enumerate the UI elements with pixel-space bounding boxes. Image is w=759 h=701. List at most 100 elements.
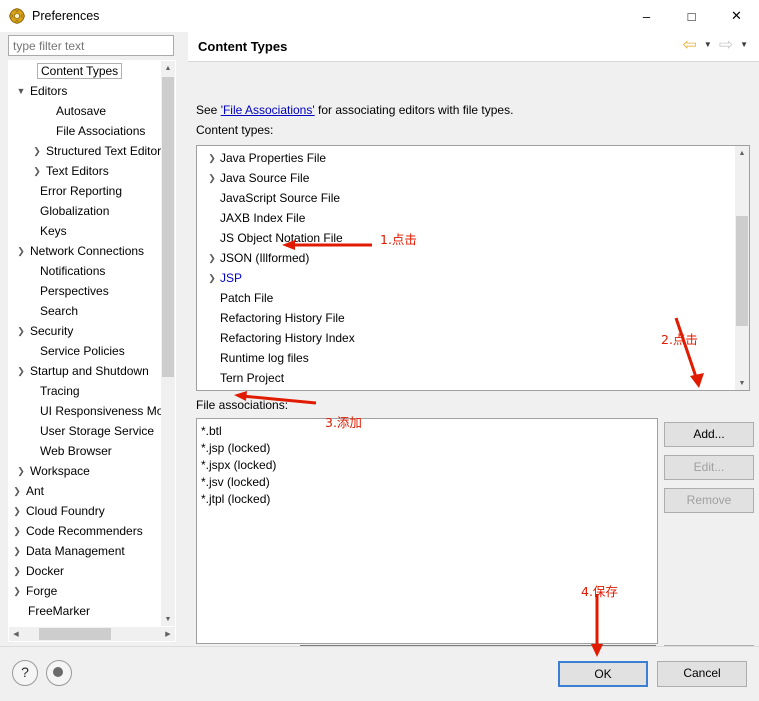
arrow-left-icon[interactable]: ⇦ — [681, 36, 699, 53]
chevron-right-icon[interactable]: ❯ — [9, 586, 25, 597]
chevron-right-icon[interactable]: ❯ — [29, 166, 45, 177]
sidebar-item[interactable]: ▼ Editors — [9, 81, 161, 101]
content-type-row[interactable]: Runtime log files — [197, 348, 749, 368]
sidebar-item[interactable]: Notifications — [9, 261, 161, 281]
sidebar-item[interactable]: UI Responsiveness Monitoring — [9, 401, 161, 421]
chevron-right-icon[interactable]: ❯ — [29, 146, 45, 157]
content-type-row[interactable]: JAXB Index File — [197, 208, 749, 228]
tree-horizontal-scrollbar[interactable]: ◀ ▶ — [9, 627, 175, 641]
content-type-row[interactable]: ❯ JSP — [197, 268, 749, 288]
scrollbar-thumb[interactable] — [162, 77, 174, 377]
preferences-tree[interactable]: Content Types ▼ Editors Autosave File Associ… — [9, 61, 161, 626]
record-icon[interactable] — [46, 660, 72, 686]
sidebar-item[interactable]: ❯ Forge — [9, 581, 161, 601]
chevron-right-icon[interactable]: ❯ — [9, 546, 25, 557]
chevron-right-icon[interactable]: ❯ — [9, 506, 25, 517]
sidebar-item[interactable]: FreeMarker — [9, 601, 161, 621]
scroll-up-icon[interactable]: ▲ — [161, 61, 175, 75]
sidebar-item[interactable]: ❯ Docker — [9, 561, 161, 581]
file-association-row[interactable]: *.jsp (locked) — [197, 439, 657, 456]
chevron-right-icon[interactable]: ❯ — [13, 366, 29, 377]
sidebar-item[interactable]: ❯ Workspace — [9, 461, 161, 481]
add-button[interactable]: Add... — [664, 422, 754, 447]
sidebar-item[interactable]: ❯ Structured Text Editors — [9, 141, 161, 161]
sidebar-item-label: Tracing — [40, 384, 80, 398]
chevron-right-icon[interactable]: ❯ — [204, 173, 220, 184]
sidebar-item[interactable]: Error Reporting — [9, 181, 161, 201]
edit-button[interactable]: Edit... — [664, 455, 754, 480]
maximize-button[interactable]: □ — [669, 0, 714, 32]
content-type-row[interactable]: Patch File — [197, 288, 749, 308]
minimize-button[interactable]: – — [624, 0, 669, 32]
chevron-down-icon-fwd[interactable]: ▼ — [737, 40, 751, 49]
content-types-scrollbar[interactable]: ▲ ▼ — [735, 146, 749, 390]
page-title: Content Types — [198, 39, 288, 54]
content-types-list[interactable]: ❯ Java Properties File ❯ Java Source File Ja… — [196, 145, 750, 391]
chevron-right-icon[interactable]: ❯ — [9, 566, 25, 577]
tree-vertical-scrollbar[interactable]: ▲ ▼ — [161, 61, 175, 626]
chevron-down-icon-back[interactable]: ▼ — [701, 40, 715, 49]
content-type-row[interactable]: JavaScript Source File — [197, 188, 749, 208]
chevron-right-icon[interactable]: ❯ — [9, 486, 25, 497]
sidebar-item[interactable]: ❯ Security — [9, 321, 161, 341]
content-type-row[interactable]: Tern Project — [197, 368, 749, 388]
sidebar-item[interactable]: Perspectives — [9, 281, 161, 301]
scrollbar-thumb-h[interactable] — [39, 628, 111, 640]
filter-input[interactable] — [8, 35, 174, 56]
scroll-down-icon[interactable]: ▼ — [161, 612, 175, 626]
sidebar-item[interactable]: ❯ Data Management — [9, 541, 161, 561]
sidebar-item[interactable]: ❯ Network Connections — [9, 241, 161, 261]
chevron-right-icon[interactable]: ❯ — [13, 246, 29, 257]
sidebar-item[interactable]: Globalization — [9, 201, 161, 221]
file-association-label: *.jsp (locked) — [201, 440, 271, 455]
sidebar-item[interactable]: ❯ Cloud Foundry — [9, 501, 161, 521]
chevron-right-icon[interactable]: ❯ — [204, 273, 220, 284]
sidebar-item[interactable]: Tracing — [9, 381, 161, 401]
chevron-right-icon[interactable]: ❯ — [204, 253, 220, 264]
sidebar-item-label: Data Management — [26, 544, 125, 558]
scroll-right-icon[interactable]: ▶ — [161, 627, 175, 641]
sidebar-item-label: UI Responsiveness Monitoring — [40, 404, 161, 418]
sidebar-item[interactable]: Web Browser — [9, 441, 161, 461]
file-associations-list[interactable]: *.btl *.jsp (locked) *.jspx (locked) *.jsv … — [196, 418, 658, 644]
sidebar-item[interactable]: Autosave — [9, 101, 161, 121]
sidebar-item[interactable]: Keys — [9, 221, 161, 241]
scroll-down-icon-ct[interactable]: ▼ — [735, 376, 749, 390]
content-type-label: Refactoring History Index — [220, 331, 355, 345]
chevron-right-icon[interactable]: ❯ — [9, 526, 25, 537]
sidebar-item[interactable]: Content Types — [9, 61, 161, 81]
chevron-down-icon[interactable]: ▼ — [13, 86, 29, 96]
sidebar-item-label: Notifications — [40, 264, 106, 278]
sidebar-item[interactable]: ❯ Text Editors — [9, 161, 161, 181]
chevron-right-icon[interactable]: ❯ — [13, 466, 29, 477]
chevron-right-icon[interactable]: ❯ — [204, 153, 220, 164]
scrollbar-thumb-ct[interactable] — [736, 216, 748, 326]
file-association-row[interactable]: *.btl — [197, 422, 657, 439]
chevron-right-icon[interactable]: ❯ — [13, 326, 29, 337]
sidebar-item[interactable]: ❯ Code Recommenders — [9, 521, 161, 541]
file-association-row[interactable]: *.jtpl (locked) — [197, 490, 657, 507]
sidebar-item[interactable]: ❯ Startup and Shutdown — [9, 361, 161, 381]
ok-button[interactable]: OK — [558, 661, 648, 687]
file-association-row[interactable]: *.jspx (locked) — [197, 456, 657, 473]
content-type-row[interactable]: ❯ JSON (Illformed) — [197, 248, 749, 268]
content-type-row[interactable]: Refactoring History File — [197, 308, 749, 328]
scroll-left-icon[interactable]: ◀ — [9, 627, 23, 641]
close-button[interactable]: ✕ — [714, 0, 759, 32]
sidebar-item[interactable]: Search — [9, 301, 161, 321]
arrow-right-icon[interactable]: ⇨ — [717, 36, 735, 53]
remove-button[interactable]: Remove — [664, 488, 754, 513]
content-type-row[interactable]: JS Object Notation File — [197, 228, 749, 248]
content-type-row[interactable]: ❯ Java Source File — [197, 168, 749, 188]
scroll-up-icon-ct[interactable]: ▲ — [735, 146, 749, 160]
sidebar-item[interactable]: User Storage Service — [9, 421, 161, 441]
annotation-label-1: 1.点击 — [380, 232, 417, 247]
help-icon[interactable]: ? — [12, 660, 38, 686]
sidebar-item[interactable]: Service Policies — [9, 341, 161, 361]
sidebar-item[interactable]: File Associations — [9, 121, 161, 141]
content-type-row[interactable]: ❯ Java Properties File — [197, 148, 749, 168]
cancel-button[interactable]: Cancel — [657, 661, 747, 687]
file-associations-link[interactable]: 'File Associations' — [221, 103, 315, 117]
sidebar-item[interactable]: ❯ Ant — [9, 481, 161, 501]
file-association-row[interactable]: *.jsv (locked) — [197, 473, 657, 490]
